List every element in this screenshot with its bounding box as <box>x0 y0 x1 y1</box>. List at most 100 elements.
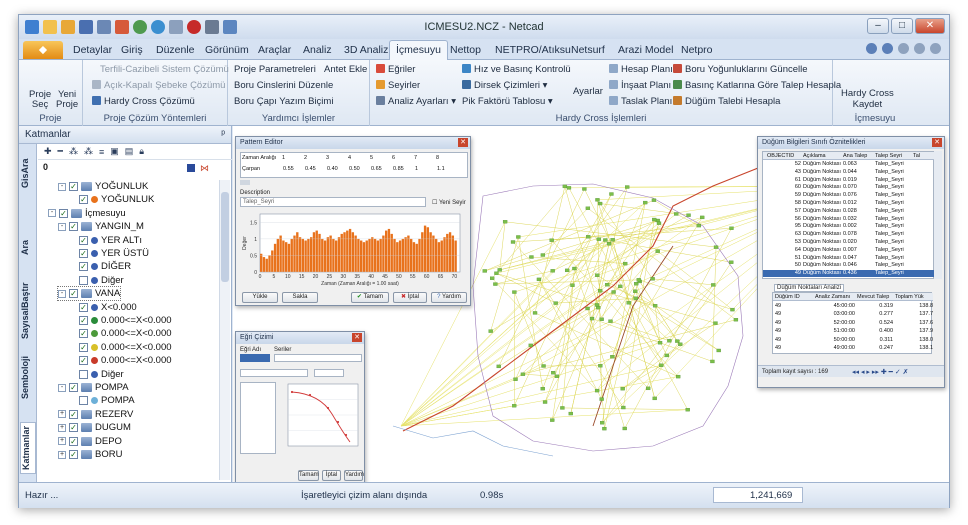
tab-netpro[interactable]: Netpro <box>681 44 713 56</box>
tab-duzenle[interactable]: Düzenle <box>156 44 195 56</box>
grid-cell[interactable]: Talep_Seyri <box>875 239 911 245</box>
grid-cell[interactable]: 0.007 <box>843 247 873 253</box>
grid-cell[interactable]: Düğüm Noktası <box>803 169 841 175</box>
grid-column-header[interactable]: Açıklama <box>803 153 841 159</box>
yukle-button[interactable]: Yükle <box>242 292 278 303</box>
egriler-button[interactable]: Eğriler <box>376 64 415 75</box>
layer-tree-item[interactable]: ✓ 0.000<=X<0.000 <box>68 327 172 340</box>
layer-tree-item[interactable]: + ✓ REZERV <box>58 408 133 421</box>
pattern-cell[interactable]: 0.55 <box>283 166 305 172</box>
grid-cell[interactable]: Talep_Seyri <box>875 216 911 222</box>
layer-tree-item[interactable]: - ✓ POMPA <box>58 381 129 394</box>
expand-toggle-icon[interactable]: - <box>58 289 66 298</box>
grid-cell[interactable]: 0.063 <box>843 161 873 167</box>
layer-tree-item[interactable]: ✓ YER ÜSTÜ <box>68 247 149 260</box>
sub-grid-cell[interactable]: 45:00:00 <box>815 303 855 309</box>
grid-column-header[interactable]: OBJECTID <box>767 153 801 159</box>
mdi-close-icon[interactable] <box>930 43 941 54</box>
tab-giris[interactable]: Giriş <box>121 44 143 56</box>
layer-tree-item[interactable]: ✓ YER ALTı <box>68 234 142 247</box>
grid-cell[interactable]: Düğüm Noktası <box>803 200 841 206</box>
layer-tree-item[interactable]: ✓ 0.000<=X<0.000 <box>68 314 172 327</box>
tab-detaylar[interactable]: Detaylar <box>73 44 112 56</box>
properties-icon[interactable]: ▣ <box>110 146 119 157</box>
close-button[interactable]: ✕ <box>915 18 945 34</box>
tab-analiz[interactable]: Analiz <box>303 44 332 56</box>
tab-icmesuyu[interactable]: İçmesuyu <box>389 40 448 60</box>
expand-toggle-icon[interactable]: + <box>58 410 66 419</box>
node-grid-scrollbar[interactable] <box>934 151 942 279</box>
grid-cell[interactable]: Düğüm Noktası <box>803 208 841 214</box>
grid-cell[interactable]: 64 <box>767 247 801 253</box>
hesap-plani-button[interactable]: Hesap Planı <box>609 64 673 75</box>
layer-visibility-checkbox[interactable]: ✓ <box>79 195 88 205</box>
yardim-button[interactable]: ? Yardım <box>431 292 467 303</box>
sub-grid-cell[interactable]: 137.9 <box>895 328 933 334</box>
layer-visibility-checkbox[interactable]: ✓ <box>79 235 88 245</box>
pattern-cell[interactable]: 0.45 <box>305 166 327 172</box>
pattern-cell[interactable]: 0.50 <box>349 166 371 172</box>
grid-cell[interactable]: Talep_Seyri <box>875 161 911 167</box>
layer-visibility-checkbox[interactable]: ✓ <box>79 356 88 366</box>
pattern-grid-scroll[interactable] <box>240 180 250 185</box>
grid-cell[interactable]: Düğüm Noktası <box>803 161 841 167</box>
grid-cell[interactable]: 43 <box>767 169 801 175</box>
hardy-cross-cozumu-button[interactable]: Hardy Cross Çözümü <box>92 96 195 107</box>
vtab-sayisalbastir[interactable]: SayısalBaştır <box>20 278 36 344</box>
layer-visibility-checkbox[interactable]: ✓ <box>79 316 88 325</box>
collapse-ribbon-icon[interactable] <box>866 43 877 54</box>
hiz-basinc-button[interactable]: Hız ve Basınç Kontrolü <box>462 64 571 75</box>
layer-visibility-checkbox[interactable]: ✓ <box>69 450 78 459</box>
boru-cinsleri-button[interactable]: Boru Cinslerini Düzenle <box>234 80 333 91</box>
vtab-gisara[interactable]: GisAra <box>20 150 36 196</box>
sub-grid-cell[interactable]: 0.524 <box>857 320 893 326</box>
layers-scroll-thumb[interactable] <box>221 192 229 282</box>
grid-cell[interactable]: 0.070 <box>843 184 873 190</box>
sub-grid-cell[interactable]: 49:00:00 <box>815 345 855 351</box>
yeni-seyir-checkbox[interactable]: ☐ Yeni Seyir <box>432 199 466 206</box>
analiz-ayarlari-button[interactable]: Analiz Ayarları ▾ <box>376 96 456 107</box>
hardy-cross-kaydet-button[interactable]: Hardy Cross Kaydet <box>841 88 894 110</box>
grid-cell[interactable]: Düğüm Noktası <box>803 231 841 237</box>
grid-cell[interactable]: 0.436 <box>843 270 873 276</box>
expand-toggle-icon[interactable]: + <box>58 423 66 432</box>
egri-iptal-button[interactable]: İptal <box>322 470 341 481</box>
sub-grid-column-header[interactable]: Düğüm ID <box>775 294 813 300</box>
grid-cell[interactable]: Düğüm Noktası <box>803 177 841 183</box>
grid-cell[interactable]: 56 <box>767 216 801 222</box>
sub-grid-cell[interactable]: 49 <box>775 345 813 351</box>
layer-visibility-checkbox[interactable]: ✓ <box>69 289 78 299</box>
grid-cell[interactable]: 59 <box>767 192 801 198</box>
grid-cell[interactable]: 0.020 <box>843 239 873 245</box>
sort-icon[interactable]: ≡ <box>99 147 104 157</box>
layer-tree-item[interactable]: POMPA <box>68 394 135 407</box>
sub-grid-column-header[interactable]: Mevcut Talep <box>857 294 893 300</box>
grid-cell[interactable]: 53 <box>767 239 801 245</box>
grid-cell[interactable]: Talep_Seyri <box>875 262 911 268</box>
grid-cell[interactable]: 61 <box>767 177 801 183</box>
grid-cell[interactable]: 0.019 <box>843 177 873 183</box>
table-icon[interactable]: ▤ <box>125 146 134 157</box>
sub-grid-column-header[interactable]: Toplam Yük <box>895 294 933 300</box>
sub-grid-cell[interactable]: 52:00:00 <box>815 320 855 326</box>
sub-grid-cell[interactable]: 138.0 <box>895 337 933 343</box>
grid-cell[interactable]: 49 <box>767 270 801 276</box>
expand-toggle-icon[interactable]: - <box>58 182 66 191</box>
application-menu-button[interactable]: ⬥ <box>23 41 63 59</box>
egri-adi-select[interactable] <box>240 354 270 362</box>
sub-grid-column-header[interactable]: Analiz Zamanı <box>815 294 855 300</box>
node-attribute-grid[interactable]: OBJECTID Açıklama Ana Talep Talep Seyri Tal 5… <box>762 151 935 279</box>
tab-netsurf[interactable]: Netsurf <box>571 44 605 56</box>
sub-grid-cell[interactable]: 03:00:00 <box>815 311 855 317</box>
grid-cell[interactable]: Talep_Seyri <box>875 223 911 229</box>
sub-grid-cell[interactable]: 49 <box>775 303 813 309</box>
layer-visibility-checkbox[interactable]: ✓ <box>59 208 68 218</box>
vtab-katmanlar[interactable]: Katmanlar <box>20 422 36 474</box>
dugum-talebi-button[interactable]: Düğüm Talebi Hesapla <box>673 96 780 107</box>
node-analysis-grid[interactable]: Düğüm ID Analiz Zamanı Mevcut Talep Toplam … <box>772 292 933 354</box>
mdi-minimize-icon[interactable] <box>898 43 909 54</box>
grid-cell[interactable]: Düğüm Noktası <box>803 255 841 261</box>
sub-grid-cell[interactable]: 51:00:00 <box>815 328 855 334</box>
grid-column-header[interactable]: Ana Talep <box>843 153 873 159</box>
basinc-katlari-button[interactable]: Basınç Katlarına Göre Talep Hesapla <box>673 80 841 91</box>
